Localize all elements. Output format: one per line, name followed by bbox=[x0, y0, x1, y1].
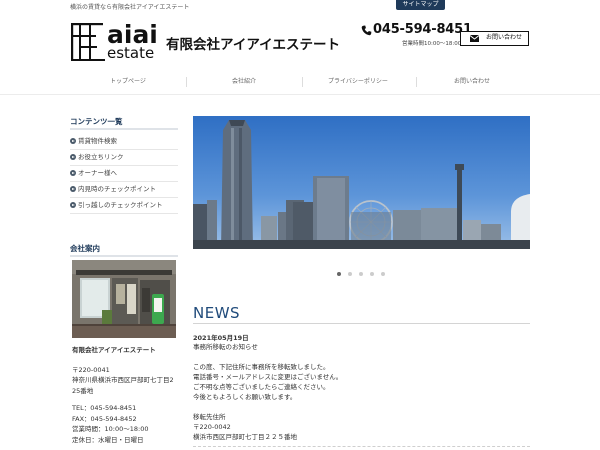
news-new-address: 横浜市西区戸部町七丁目２２５番地 bbox=[193, 433, 297, 441]
news-line: ご不明な点等ございましたらご連絡ください。 bbox=[193, 383, 330, 391]
news-bottom-divider bbox=[193, 446, 530, 447]
circle-arrow-icon bbox=[70, 202, 76, 208]
slider-dot[interactable] bbox=[359, 272, 363, 276]
sidebar-item-label: オーナー様へ bbox=[78, 169, 117, 177]
nav-item-top[interactable]: トップページ bbox=[70, 70, 186, 94]
nav-item-contact[interactable]: お問い合わせ bbox=[414, 70, 530, 94]
news-line: 今後ともよろしくお願い致します。 bbox=[193, 393, 297, 401]
phone-icon bbox=[361, 25, 372, 36]
sitemap-button[interactable]: サイトマップ bbox=[396, 0, 445, 10]
sidebar-item-label: 引っ越しのチェックポイント bbox=[78, 201, 163, 209]
circle-arrow-icon bbox=[70, 186, 76, 192]
company-info: 有限会社アイアイエステート 〒220-0041 神奈川県横浜市西区戸部町七丁目2… bbox=[72, 345, 182, 445]
logo-mark-icon bbox=[71, 23, 105, 61]
slider-dot[interactable] bbox=[337, 272, 341, 276]
company-address-line-1: 神奈川県横浜市西区戸部町七丁目2 bbox=[72, 376, 174, 384]
sidebar-item-label: 内見時のチェックポイント bbox=[78, 185, 156, 193]
tagline: 横浜の賃貸なら有限会社アイアイエステート bbox=[70, 4, 190, 11]
company-name-heading: 有限会社アイアイエステート bbox=[166, 37, 341, 53]
top-strip: 横浜の賃貸なら有限会社アイアイエステート サイトマップ bbox=[0, 0, 600, 11]
business-hours: 営業時間10:00～18:00 bbox=[402, 41, 462, 47]
logo[interactable]: aiai estate bbox=[70, 20, 160, 62]
company-hours: 営業時間：10:00～18:00 bbox=[72, 425, 149, 433]
company-info-name: 有限会社アイアイエステート bbox=[72, 346, 156, 354]
contents-title: コンテンツ一覧 bbox=[70, 117, 123, 126]
office-photo bbox=[72, 260, 176, 338]
circle-arrow-icon bbox=[70, 170, 76, 176]
sidebar-item-owners[interactable]: オーナー様へ bbox=[70, 166, 178, 182]
slider-dot[interactable] bbox=[348, 272, 352, 276]
contents-title-rule bbox=[70, 128, 178, 130]
news-date: 2021年05月19日 bbox=[193, 334, 249, 342]
company-postal: 〒220-0041 bbox=[72, 365, 110, 374]
hero-slider-image bbox=[193, 116, 530, 249]
news-line: この度、下記住所に事務所を移転致しました。 bbox=[193, 363, 330, 371]
news-title-rule bbox=[193, 323, 530, 324]
company-holidays: 定休日：水曜日・日曜日 bbox=[72, 435, 144, 444]
company-address-line-2: 25番地 bbox=[72, 386, 94, 395]
phone-number[interactable]: 045-594-8451 bbox=[373, 22, 472, 37]
sidebar-item-rental-search[interactable]: 賃貸物件検索 bbox=[70, 134, 178, 150]
sidebar-item-moving-checkpoints[interactable]: 引っ越しのチェックポイント bbox=[70, 198, 178, 214]
sidebar-item-useful-links[interactable]: お役立ちリンク bbox=[70, 150, 178, 166]
news-heading: 事務所移転のお知らせ bbox=[193, 343, 258, 351]
circle-arrow-icon bbox=[70, 138, 76, 144]
news-new-postal: 〒220-0042 bbox=[193, 423, 231, 431]
slider-dot[interactable] bbox=[381, 272, 385, 276]
sidebar-item-viewing-checkpoints[interactable]: 内見時のチェックポイント bbox=[70, 182, 178, 198]
logo-text-estate: estate bbox=[107, 44, 155, 62]
sidebar-item-label: お役立ちリンク bbox=[78, 153, 124, 161]
news-new-address-label: 移転先住所 bbox=[193, 413, 226, 421]
mail-icon bbox=[470, 35, 479, 42]
news-line: 電話番号・メールアドレスに変更はございません。 bbox=[193, 373, 343, 381]
contact-button[interactable]: お問い合わせ bbox=[460, 31, 529, 46]
nav-item-company[interactable]: 会社紹介 bbox=[186, 70, 302, 94]
company-tel: TEL：045-594-8451 bbox=[72, 404, 137, 412]
contents-list: 賃貸物件検索 お役立ちリンク オーナー様へ 内見時のチェックポイント 引っ越しの… bbox=[70, 134, 178, 214]
nav-item-privacy[interactable]: プライバシーポリシー bbox=[300, 70, 416, 94]
news-article: 事務所移転のお知らせ この度、下記住所に事務所を移転致しました。 電話番号・メー… bbox=[193, 342, 530, 442]
contact-button-label: お問い合わせ bbox=[486, 34, 523, 41]
company-fax: FAX：045-594-8452 bbox=[72, 414, 137, 423]
news-title: NEWS bbox=[193, 304, 241, 322]
company-info-title: 会社案内 bbox=[70, 244, 100, 253]
sidebar-item-label: 賃貸物件検索 bbox=[78, 137, 117, 145]
global-nav: トップページ 会社紹介 プライバシーポリシー お問い合わせ bbox=[0, 70, 600, 95]
company-info-title-rule bbox=[70, 255, 178, 257]
slider-dot[interactable] bbox=[370, 272, 374, 276]
circle-arrow-icon bbox=[70, 154, 76, 160]
